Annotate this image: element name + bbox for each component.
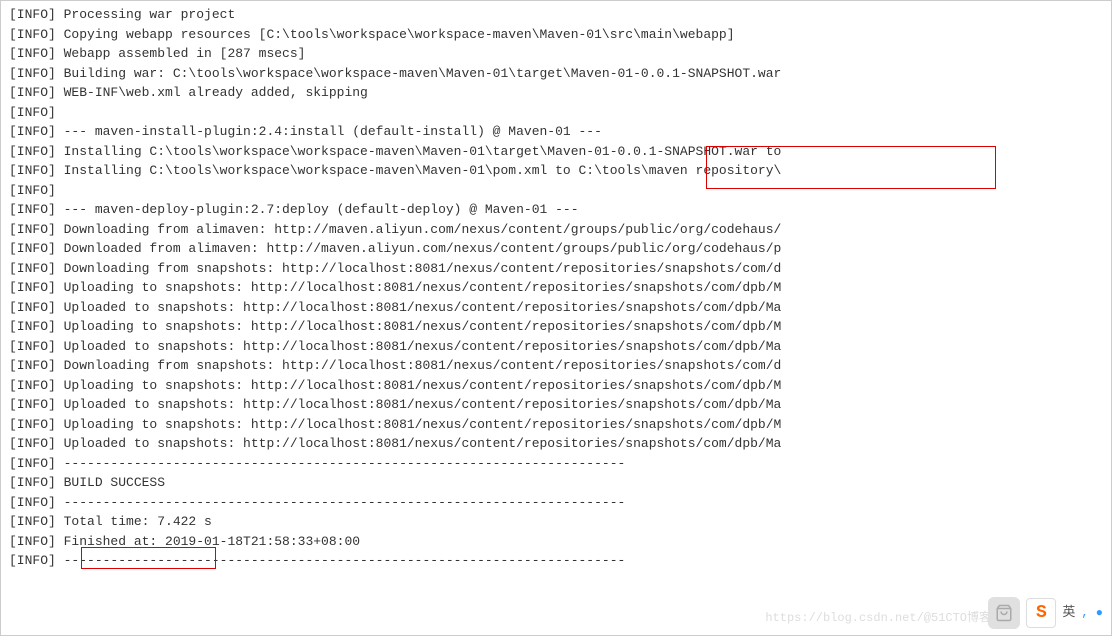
ime-language-label[interactable]: 英 (1062, 603, 1075, 623)
log-tag: [INFO] (9, 7, 56, 22)
log-tag: [INFO] (9, 397, 56, 412)
log-message: WEB-INF\web.xml already added, skipping (56, 85, 368, 100)
log-message: Processing war project (56, 7, 235, 22)
log-line: [INFO] Uploaded to snapshots: http://loc… (9, 434, 1103, 454)
log-message: Webapp assembled in [287 msecs] (56, 46, 306, 61)
log-message: Uploading to snapshots: http://localhost… (56, 417, 782, 432)
log-tag: [INFO] (9, 124, 56, 139)
log-message: Downloaded from alimaven: http://maven.a… (56, 241, 782, 256)
log-line: [INFO] ---------------------------------… (9, 551, 1103, 571)
shopping-bag-icon[interactable] (988, 597, 1020, 629)
log-tag: [INFO] (9, 66, 56, 81)
log-tag: [INFO] (9, 553, 56, 568)
log-line: [INFO] Uploading to snapshots: http://lo… (9, 317, 1103, 337)
log-line: [INFO] Downloading from snapshots: http:… (9, 356, 1103, 376)
log-message: Downloading from snapshots: http://local… (56, 261, 782, 276)
log-tag: [INFO] (9, 456, 56, 471)
log-message: Uploading to snapshots: http://localhost… (56, 319, 782, 334)
console-log: [INFO] Processing war project[INFO] Copy… (9, 5, 1103, 571)
log-message: Uploaded to snapshots: http://localhost:… (56, 436, 782, 451)
log-line: [INFO] Downloading from alimaven: http:/… (9, 220, 1103, 240)
log-line: [INFO] Building war: C:\tools\workspace\… (9, 64, 1103, 84)
log-message: Uploaded to snapshots: http://localhost:… (56, 339, 782, 354)
log-tag: [INFO] (9, 475, 56, 490)
log-message: Building war: C:\tools\workspace\workspa… (56, 66, 782, 81)
log-tag: [INFO] (9, 144, 56, 159)
log-line: [INFO] Uploading to snapshots: http://lo… (9, 278, 1103, 298)
log-line: [INFO] Uploaded to snapshots: http://loc… (9, 298, 1103, 318)
log-line: [INFO] BUILD SUCCESS (9, 473, 1103, 493)
log-message: ----------------------------------------… (56, 553, 626, 568)
log-line: [INFO] --- maven-deploy-plugin:2.7:deplo… (9, 200, 1103, 220)
log-line: [INFO] Uploading to snapshots: http://lo… (9, 415, 1103, 435)
log-tag: [INFO] (9, 261, 56, 276)
ime-icon[interactable]: S (1026, 598, 1056, 628)
log-message: Installing C:\tools\workspace\workspace-… (56, 144, 782, 159)
log-tag: [INFO] (9, 514, 56, 529)
log-message: Uploading to snapshots: http://localhost… (56, 280, 782, 295)
log-tag: [INFO] (9, 319, 56, 334)
log-message: Finished at: 2019-01-18T21:58:33+08:00 (56, 534, 360, 549)
ime-dots-icon: , ● (1081, 604, 1103, 622)
log-line: [INFO] Finished at: 2019-01-18T21:58:33+… (9, 532, 1103, 552)
log-message: BUILD SUCCESS (56, 475, 165, 490)
log-message: Downloading from alimaven: http://maven.… (56, 222, 782, 237)
log-tag: [INFO] (9, 46, 56, 61)
log-line: [INFO] Total time: 7.422 s (9, 512, 1103, 532)
log-tag: [INFO] (9, 495, 56, 510)
log-tag: [INFO] (9, 85, 56, 100)
log-tag: [INFO] (9, 417, 56, 432)
log-message: Uploading to snapshots: http://localhost… (56, 378, 782, 393)
log-message: --- maven-install-plugin:2.4:install (de… (56, 124, 602, 139)
log-message: Installing C:\tools\workspace\workspace-… (56, 163, 782, 178)
log-tag: [INFO] (9, 222, 56, 237)
log-line: [INFO] ---------------------------------… (9, 454, 1103, 474)
log-message: Copying webapp resources [C:\tools\works… (56, 27, 735, 42)
log-message: ----------------------------------------… (56, 456, 626, 471)
log-line: [INFO] Installing C:\tools\workspace\wor… (9, 142, 1103, 162)
log-tag: [INFO] (9, 27, 56, 42)
log-line: [INFO] (9, 103, 1103, 123)
log-line: [INFO] Copying webapp resources [C:\tool… (9, 25, 1103, 45)
log-tag: [INFO] (9, 202, 56, 217)
log-line: [INFO] Processing war project (9, 5, 1103, 25)
log-line: [INFO] Webapp assembled in [287 msecs] (9, 44, 1103, 64)
log-line: [INFO] Installing C:\tools\workspace\wor… (9, 161, 1103, 181)
log-line: [INFO] Uploaded to snapshots: http://loc… (9, 395, 1103, 415)
bottom-icon-bar: S 英 , ● (988, 597, 1103, 629)
log-line: [INFO] Uploading to snapshots: http://lo… (9, 376, 1103, 396)
log-message: Uploaded to snapshots: http://localhost:… (56, 300, 782, 315)
log-line: [INFO] Downloaded from alimaven: http://… (9, 239, 1103, 259)
log-tag: [INFO] (9, 378, 56, 393)
log-message: Total time: 7.422 s (56, 514, 212, 529)
log-tag: [INFO] (9, 339, 56, 354)
log-message: Downloading from snapshots: http://local… (56, 358, 782, 373)
log-tag: [INFO] (9, 358, 56, 373)
log-message: ----------------------------------------… (56, 495, 626, 510)
log-tag: [INFO] (9, 300, 56, 315)
log-line: [INFO] Uploaded to snapshots: http://loc… (9, 337, 1103, 357)
log-tag: [INFO] (9, 183, 56, 198)
log-line: [INFO] WEB-INF\web.xml already added, sk… (9, 83, 1103, 103)
log-tag: [INFO] (9, 534, 56, 549)
log-line: [INFO] Downloading from snapshots: http:… (9, 259, 1103, 279)
log-line: [INFO] ---------------------------------… (9, 493, 1103, 513)
log-tag: [INFO] (9, 105, 56, 120)
log-message: --- maven-deploy-plugin:2.7:deploy (defa… (56, 202, 579, 217)
log-message: Uploaded to snapshots: http://localhost:… (56, 397, 782, 412)
watermark-text: https://blog.csdn.net/@51CTO博客 (765, 609, 991, 627)
log-tag: [INFO] (9, 280, 56, 295)
log-tag: [INFO] (9, 241, 56, 256)
log-tag: [INFO] (9, 163, 56, 178)
log-tag: [INFO] (9, 436, 56, 451)
log-line: [INFO] (9, 181, 1103, 201)
log-line: [INFO] --- maven-install-plugin:2.4:inst… (9, 122, 1103, 142)
